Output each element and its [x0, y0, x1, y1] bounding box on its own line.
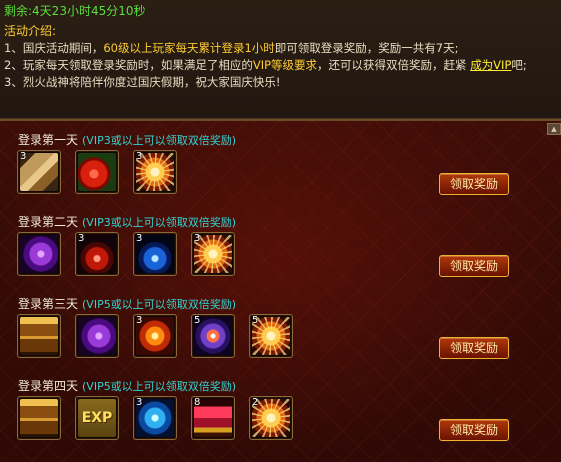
reward-item-slot[interactable]: 3: [133, 150, 177, 194]
vip-double-note: (VIP3或以上可以领取双倍奖励): [82, 134, 236, 147]
claim-reward-button[interactable]: 领取奖励: [439, 419, 509, 441]
day-row: 登录第二天 (VIP3或以上可以领取双倍奖励) 3 3 3 领取奖励: [0, 213, 549, 295]
item-quantity: 3: [78, 233, 85, 244]
vip-double-note: (VIP5或以上可以领取双倍奖励): [82, 298, 236, 311]
item-quantity: 3: [20, 151, 27, 162]
intro-line-1-text: 1、国庆活动期间，: [4, 41, 104, 55]
reward-item-slot[interactable]: 2: [249, 396, 293, 440]
item-quantity: 3: [136, 315, 143, 326]
intro-line-1-highlight: 60级以上玩家每天累计登录1小时: [103, 41, 275, 55]
become-vip-link[interactable]: 成为VIP: [470, 58, 511, 72]
intro-line-2-highlight: VIP等级要求: [252, 58, 318, 72]
reward-item-slot[interactable]: 8: [191, 396, 235, 440]
exp-label: EXP: [81, 410, 113, 426]
claim-reward-button[interactable]: 领取奖励: [439, 173, 509, 195]
reward-item-slot[interactable]: EXP: [75, 396, 119, 440]
day-row: 登录第三天 (VIP5或以上可以领取双倍奖励) 3 5 5 领取奖励: [0, 295, 549, 377]
reward-item-slot[interactable]: [17, 232, 61, 276]
scroll-up-arrow-icon[interactable]: ▲: [547, 123, 561, 135]
day-row: 登录第四天 (VIP5或以上可以领取双倍奖励) EXP 3 8 2 领取奖励: [0, 377, 549, 459]
day-title-text: 登录第三天: [18, 297, 79, 311]
day-title: 登录第二天 (VIP3或以上可以领取双倍奖励): [18, 213, 236, 230]
item-quantity: 3: [136, 233, 143, 244]
item-quantity: 2: [252, 397, 259, 408]
item-quantity: 5: [194, 315, 201, 326]
intro-line-2-tail: 吧;: [511, 58, 527, 72]
intro-line-1-tail: 即可领取登录奖励，奖励一共有7天;: [274, 41, 459, 55]
claim-reward-button[interactable]: 领取奖励: [439, 337, 509, 359]
reward-item-slot[interactable]: 5: [249, 314, 293, 358]
day-title: 登录第一天 (VIP3或以上可以领取双倍奖励): [18, 131, 236, 148]
claim-reward-button[interactable]: 领取奖励: [439, 255, 509, 277]
item-quantity: 5: [252, 315, 259, 326]
item-quantity: 3: [136, 151, 143, 162]
item-quantity: 3: [136, 397, 143, 408]
day-title: 登录第四天 (VIP5或以上可以领取双倍奖励): [18, 377, 236, 394]
vip-double-note: (VIP3或以上可以领取双倍奖励): [82, 216, 236, 229]
vip-double-note: (VIP5或以上可以领取双倍奖励): [82, 380, 236, 393]
exp-scroll-icon: EXP: [78, 399, 116, 437]
item-quantity: 3: [194, 233, 201, 244]
intro-line-1: 1、国庆活动期间，60级以上玩家每天累计登录1小时即可领取登录奖励，奖励一共有7…: [4, 40, 458, 56]
purple-glove-icon: [20, 235, 58, 273]
day-title-text: 登录第四天: [18, 379, 79, 393]
reward-item-slot[interactable]: [75, 314, 119, 358]
day-title-text: 登录第二天: [18, 215, 79, 229]
reward-item-slot[interactable]: [17, 314, 61, 358]
intro-line-2-mid: ，还可以获得双倍奖励，赶紧: [317, 58, 471, 72]
intro-line-2: 2、玩家每天领取登录奖励时，如果满足了相应的VIP等级要求，还可以获得双倍奖励，…: [4, 57, 527, 73]
intro-line-3: 3、烈火战神将陪伴你度过国庆假期，祝大家国庆快乐!: [4, 75, 281, 89]
intro-title: 活动介绍:: [4, 24, 57, 38]
reward-item-slot[interactable]: 3: [133, 314, 177, 358]
day-title: 登录第三天 (VIP5或以上可以领取双倍奖励): [18, 295, 236, 312]
reward-item-slot[interactable]: [17, 396, 61, 440]
reward-item-slot[interactable]: [75, 150, 119, 194]
purple-glove-icon: [78, 317, 116, 355]
intro-line-2-text: 2、玩家每天领取登录奖励时，如果满足了相应的: [4, 58, 253, 72]
activity-info-panel: 剩余:4天23小时45分10秒 活动介绍: 1、国庆活动期间，60级以上玩家每天…: [0, 0, 561, 119]
day-title-text: 登录第一天: [18, 133, 79, 147]
reward-item-slot[interactable]: 3: [17, 150, 61, 194]
red-fruit-icon: [78, 153, 116, 191]
daily-reward-list[interactable]: ▲ 登录第一天 (VIP3或以上可以领取双倍奖励) 3 3 领取奖励 登录第二天 (VIP3…: [0, 119, 561, 462]
item-quantity: 8: [194, 397, 201, 408]
reward-item-slot[interactable]: 5: [191, 314, 235, 358]
reward-item-slot[interactable]: 3: [75, 232, 119, 276]
reward-item-slot[interactable]: 3: [133, 232, 177, 276]
reward-item-slot[interactable]: 3: [133, 396, 177, 440]
countdown-timer: 剩余:4天23小时45分10秒: [4, 4, 146, 18]
reward-item-slot[interactable]: 3: [191, 232, 235, 276]
treasure-chest-icon: [20, 317, 58, 355]
day-row: 登录第一天 (VIP3或以上可以领取双倍奖励) 3 3 领取奖励: [0, 131, 549, 213]
treasure-chest-icon: [20, 399, 58, 437]
